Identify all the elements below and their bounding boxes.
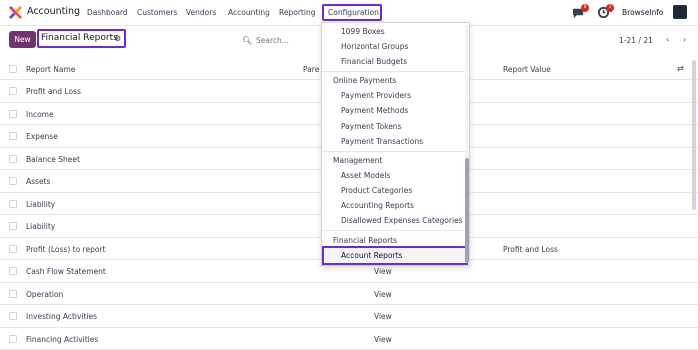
dropdown-scrollbar-thumb[interactable] (465, 158, 469, 263)
cell-value: Profit and Loss (503, 245, 558, 254)
activity-badge: 1 (606, 4, 614, 12)
row-checkbox[interactable] (9, 290, 17, 298)
row-checkbox[interactable] (9, 267, 17, 275)
menu-customers[interactable]: Customers (137, 8, 177, 17)
row-checkbox[interactable] (9, 222, 17, 230)
breadcrumb[interactable]: Financial Reports ⚙ (37, 29, 126, 48)
breadcrumb-title: Financial Reports (41, 33, 118, 43)
cell-parent: View (374, 290, 392, 299)
logo-icon[interactable] (9, 6, 22, 19)
app-title[interactable]: Accounting (27, 6, 80, 17)
dropdown-header-management: Management (333, 156, 382, 165)
dropdown-divider (322, 230, 467, 231)
header-report-value[interactable]: Report Value (503, 65, 551, 74)
cell-name: Operation (26, 290, 63, 299)
select-all-checkbox[interactable] (9, 65, 17, 73)
chat-badge: 8 (581, 4, 589, 12)
table-row[interactable]: Investing Activities View (0, 305, 698, 328)
configuration-dropdown: 1099 Boxes Horizontal Groups Financial B… (321, 22, 470, 266)
cell-parent: View (374, 267, 392, 276)
gear-icon[interactable]: ⚙ (114, 34, 121, 43)
dropdown-item-payment-tokens[interactable]: Payment Tokens (341, 122, 401, 131)
company-switcher[interactable]: BrowseInfo (622, 8, 664, 17)
row-checkbox[interactable] (9, 132, 17, 140)
chevron-left-icon[interactable]: ‹ (666, 35, 669, 44)
table-row[interactable]: Financing Activities View (0, 328, 698, 350)
cell-name: Liability (26, 200, 55, 209)
dropdown-divider (322, 71, 467, 72)
cell-name: Financing Activities (26, 335, 98, 344)
table-row[interactable]: Operation View (0, 283, 698, 306)
menu-reporting[interactable]: Reporting (279, 8, 315, 17)
dropdown-item-1099-boxes[interactable]: 1099 Boxes (341, 27, 385, 36)
dropdown-item-product-categories[interactable]: Product Categories (341, 186, 412, 195)
cell-name: Profit (Loss) to report (26, 245, 105, 254)
dropdown-item-horizontal-groups[interactable]: Horizontal Groups (341, 42, 408, 51)
dropdown-item-account-reports-label: Account Reports (341, 251, 402, 260)
menu-configuration[interactable]: Configuration (322, 4, 382, 21)
chevron-right-icon[interactable]: › (683, 35, 686, 44)
cell-name: Balance Sheet (26, 155, 80, 164)
cell-name: Expense (26, 132, 58, 141)
dropdown-divider (322, 151, 467, 152)
column-options-icon[interactable]: ⇄ (677, 64, 684, 73)
pager-value[interactable]: 1-21 / 21 (619, 36, 653, 45)
dropdown-item-payment-methods[interactable]: Payment Methods (341, 106, 408, 115)
row-checkbox[interactable] (9, 245, 17, 253)
cell-parent: View (374, 335, 392, 344)
cell-name: Cash Flow Statement (26, 267, 106, 276)
row-checkbox[interactable] (9, 177, 17, 185)
new-button[interactable]: New (9, 31, 36, 48)
avatar[interactable] (673, 5, 687, 19)
dropdown-item-disallowed-expenses[interactable]: Disallowed Expenses Categories (341, 216, 463, 225)
cell-name: Investing Activities (26, 312, 97, 321)
row-checkbox[interactable] (9, 87, 17, 95)
row-checkbox[interactable] (9, 155, 17, 163)
cell-name: Income (26, 110, 54, 119)
cell-parent: View (374, 312, 392, 321)
row-checkbox[interactable] (9, 312, 17, 320)
header-parent[interactable]: Pare (303, 65, 319, 74)
menu-accounting[interactable]: Accounting (228, 8, 270, 17)
dropdown-header-financial-reports: Financial Reports (333, 236, 397, 245)
menu-dashboard[interactable]: Dashboard (87, 8, 128, 17)
cell-name: Liability (26, 222, 55, 231)
dropdown-item-payment-transactions[interactable]: Payment Transactions (341, 137, 423, 146)
page-scrollbar[interactable] (692, 60, 696, 210)
search-input[interactable] (256, 34, 320, 46)
row-checkbox[interactable] (9, 110, 17, 118)
row-checkbox[interactable] (9, 335, 17, 343)
cell-name: Assets (26, 177, 50, 186)
dropdown-item-account-reports[interactable]: Account Reports (322, 246, 468, 265)
row-checkbox[interactable] (9, 200, 17, 208)
search-icon: 🔍︎ (242, 36, 252, 45)
dropdown-item-accounting-reports[interactable]: Accounting Reports (341, 201, 414, 210)
menu-configuration-label: Configuration (328, 8, 379, 17)
dropdown-item-payment-providers[interactable]: Payment Providers (341, 91, 411, 100)
header-report-name[interactable]: Report Name (26, 65, 75, 74)
dropdown-item-asset-models[interactable]: Asset Models (341, 171, 390, 180)
dropdown-item-financial-budgets[interactable]: Financial Budgets (341, 57, 407, 66)
cell-name: Profit and Loss (26, 87, 81, 96)
menu-vendors[interactable]: Vendors (186, 8, 216, 17)
dropdown-header-online-payments: Online Payments (333, 76, 396, 85)
